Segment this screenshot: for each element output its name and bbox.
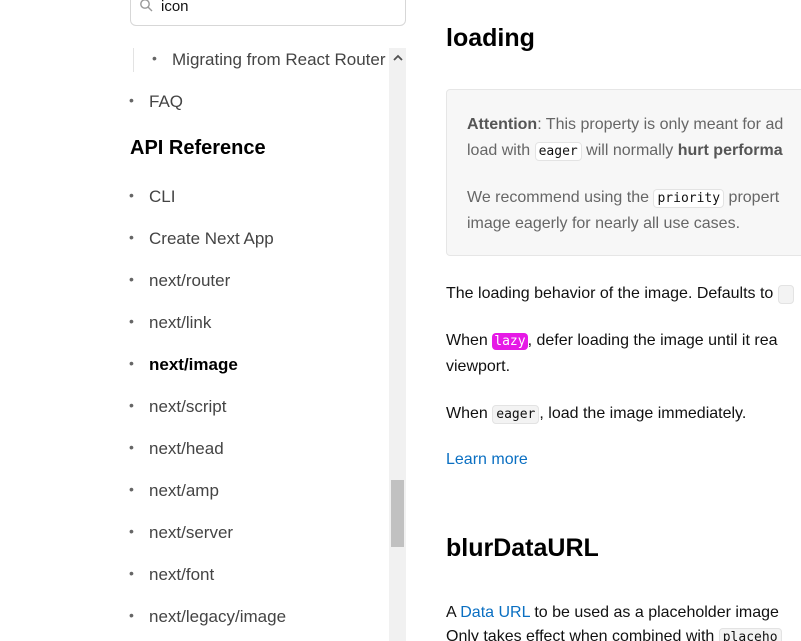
- data-url-link[interactable]: Data URL: [460, 604, 530, 621]
- sidebar-item-label: next/amp: [149, 481, 219, 500]
- note-text: : This property is only meant for ad: [537, 116, 784, 133]
- note-text: will normally: [581, 142, 678, 159]
- bullet-icon: •: [129, 439, 134, 455]
- paragraph-blurdataurl: A Data URL to be used as a placeholder i…: [446, 600, 779, 626]
- paragraph-text: A: [446, 604, 461, 621]
- note-line-3: We recommend using the priority propert: [467, 185, 779, 212]
- search-input[interactable]: [161, 0, 361, 15]
- code-eager: eager: [492, 405, 540, 424]
- code-lazy-highlighted: lazy: [492, 333, 528, 350]
- code-eager: eager: [534, 142, 582, 161]
- bullet-icon: •: [152, 50, 157, 66]
- note-text: We recommend using the: [467, 189, 654, 206]
- code-priority: priority: [653, 189, 725, 208]
- sidebar-item-label: Create Next App: [149, 229, 274, 248]
- bullet-icon: •: [129, 355, 134, 371]
- attention-note: Attention: This property is only meant f…: [446, 89, 801, 256]
- paragraph-text: to be used as a placeholder image: [529, 604, 779, 621]
- paragraph-text: Only takes effect when combined with: [446, 628, 719, 641]
- search-box[interactable]: [130, 0, 406, 26]
- sidebar-item-label: next/font: [149, 565, 215, 584]
- paragraph-lazy-line2: viewport.: [446, 358, 511, 375]
- sidebar-item-label: next/legacy/image: [149, 607, 287, 626]
- bullet-icon: •: [129, 229, 134, 245]
- paragraph-loading-default: The loading behavior of the image. Defau…: [446, 281, 794, 308]
- learn-more-link[interactable]: Learn more: [446, 447, 528, 473]
- sidebar-item-label: next/head: [149, 439, 224, 458]
- code-default-value: [777, 285, 794, 304]
- note-text: propert: [724, 189, 780, 206]
- scrollbar[interactable]: [389, 48, 406, 641]
- bullet-icon: •: [129, 92, 134, 108]
- bullet-icon: •: [129, 607, 134, 623]
- main-content: loading Attention: This property is only…: [406, 0, 801, 641]
- sidebar-item-label: next/script: [149, 397, 227, 416]
- heading-blurdataurl: blurDataURL: [446, 534, 599, 562]
- note-line-1: Attention: This property is only meant f…: [467, 112, 783, 138]
- bullet-icon: •: [129, 397, 134, 413]
- chevron-up-icon: [392, 54, 403, 61]
- sidebar-item-label: next/router: [149, 271, 231, 290]
- bullet-icon: •: [129, 313, 134, 329]
- note-text: load with: [467, 142, 535, 159]
- section-heading-api-reference: API Reference: [130, 137, 266, 159]
- sidebar-item-label: next/image: [149, 355, 238, 374]
- bullet-icon: •: [129, 187, 134, 203]
- code-placeholder: placeho: [718, 628, 782, 641]
- sidebar: • Migrating from React Router • FAQ API …: [0, 0, 406, 641]
- paragraph-text: , load the image immediately.: [539, 405, 747, 422]
- search-icon: [140, 0, 153, 12]
- bullet-icon: •: [129, 523, 134, 539]
- attention-label: Attention: [467, 116, 538, 133]
- bullet-icon: •: [129, 565, 134, 581]
- note-bold-text: hurt performa: [677, 142, 783, 159]
- bullet-icon: •: [129, 271, 134, 287]
- paragraph-text: When: [446, 332, 493, 349]
- paragraph-eager: When eager, load the image immediately.: [446, 401, 746, 428]
- nested-indent-line: [133, 48, 134, 72]
- paragraph-text: The loading behavior of the image. Defau…: [446, 285, 774, 302]
- bullet-icon: •: [129, 481, 134, 497]
- sidebar-item-label: next/link: [149, 313, 212, 332]
- paragraph-lazy: When lazy, defer loading the image until…: [446, 328, 778, 355]
- heading-loading: loading: [446, 24, 535, 52]
- note-line-4: image eagerly for nearly all use cases.: [467, 215, 741, 232]
- paragraph-blurdataurl-line2: Only takes effect when combined with pla…: [446, 624, 782, 641]
- paragraph-text: , defer loading the image until it rea: [527, 332, 778, 349]
- paragraph-text: When: [446, 405, 493, 422]
- scrollbar-thumb[interactable]: [391, 480, 404, 547]
- sidebar-item-label: CLI: [149, 187, 176, 206]
- sidebar-item-label: next/server: [149, 523, 234, 542]
- note-line-2: load with eager will normally hurt perfo…: [467, 138, 783, 165]
- scroll-up-button[interactable]: [389, 48, 406, 68]
- sidebar-item-label: Migrating from React Router: [172, 50, 386, 69]
- sidebar-item-label: FAQ: [149, 92, 184, 111]
